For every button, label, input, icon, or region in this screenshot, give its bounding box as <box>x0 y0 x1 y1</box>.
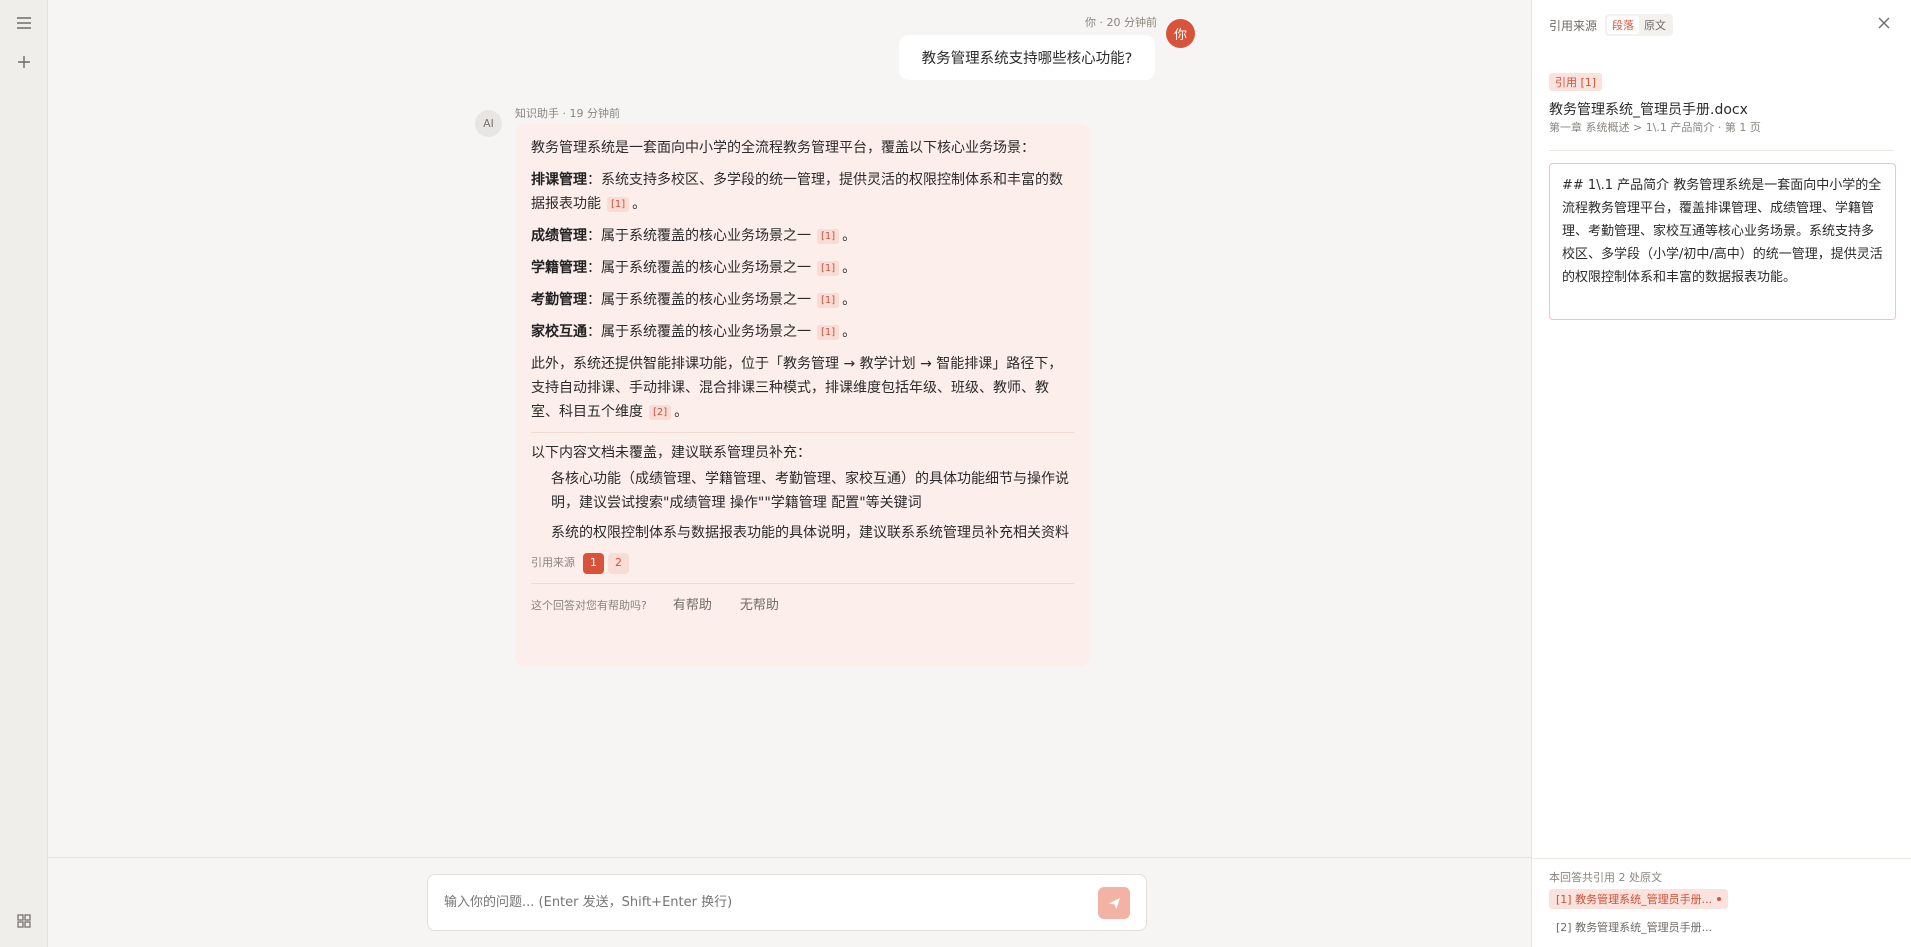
panel-title: 引用来源 <box>1549 18 1598 33</box>
answer-item-end: 。 <box>842 292 857 308</box>
uncovered-item: 系统的权限控制体系与数据报表功能的具体说明，建议联系系统管理员补充相关资料 <box>551 525 1069 541</box>
panel-footer: 本回答共引用 2 处原文 [1] 教务管理系统_管理员手册... [2] 教务管… <box>1532 858 1911 947</box>
citation-panel: 引用来源 段落 原文 引用 [1] 教务管理系统_管理员手册.docx 第一章 … <box>1531 0 1911 947</box>
excerpt-box: ## 1\.1 产品简介 教务管理系统是一套面向中小学的全流程教务管理平台，覆盖… <box>1549 163 1896 320</box>
tab-paragraph[interactable]: 段落 <box>1607 16 1640 34</box>
user-avatar: 你 <box>1166 19 1195 48</box>
footer-source-2[interactable]: [2] 教务管理系统_管理员手册... <box>1549 917 1719 937</box>
close-icon[interactable] <box>1875 14 1893 32</box>
user-message-meta: 你 · 20 分钟前 <box>1085 16 1157 29</box>
answer-item-title: 成绩管理 <box>531 228 587 244</box>
answer-item-end: 。 <box>632 196 647 212</box>
citation-marker[interactable]: [2] <box>649 405 672 420</box>
grid-icon[interactable] <box>12 909 36 933</box>
uncovered-item: 各核心功能（成绩管理、学籍管理、考勤管理、家校互通）的具体功能细节与操作说明，建… <box>551 471 1069 511</box>
user-message-bubble: 教务管理系统支持哪些核心功能? <box>899 35 1155 80</box>
source-chip-2[interactable]: 2 <box>608 552 629 574</box>
answer-item-end: 。 <box>842 228 857 244</box>
answer-item-title: 家校互通 <box>531 324 587 340</box>
answer-item-text: ：属于系统覆盖的核心业务场景之一 <box>587 260 811 276</box>
citation-marker[interactable]: [1] <box>817 293 840 308</box>
answer-item: 学籍管理：属于系统覆盖的核心业务场景之一 [1]。 <box>531 256 1074 280</box>
send-button[interactable] <box>1098 887 1130 919</box>
answer-item-end: 。 <box>842 260 857 276</box>
footer-source-1[interactable]: [1] 教务管理系统_管理员手册... <box>1549 889 1729 909</box>
divider <box>531 432 1074 433</box>
answer-item-title: 排课管理 <box>531 172 587 188</box>
answer-item: 家校互通：属于系统覆盖的核心业务场景之一 [1]。 <box>531 320 1074 344</box>
reference-badge: 引用 [1] <box>1549 73 1603 91</box>
uncovered-title: 以下内容文档未覆盖，建议联系管理员补充： <box>531 445 811 461</box>
citation-marker[interactable]: [1] <box>817 229 840 244</box>
sources-row: 引用来源 1 2 <box>531 551 1074 584</box>
composer-box <box>427 874 1147 931</box>
document-path: 第一章 系统概述 > 1\.1 产品简介 · 第 1 页 <box>1549 121 1761 134</box>
panel-header: 引用来源 段落 原文 <box>1549 14 1674 36</box>
unhelpful-button[interactable]: 无帮助 <box>740 594 779 618</box>
answer-item-title: 学籍管理 <box>531 260 587 276</box>
composer <box>48 857 1531 947</box>
ai-avatar: AI <box>475 110 502 137</box>
helpful-button[interactable]: 有帮助 <box>673 594 712 618</box>
answer-item-title: 考勤管理 <box>531 292 587 308</box>
answer-extra-end: 。 <box>674 404 689 420</box>
answer-extra-text: 此外，系统还提供智能排课功能，位于「教务管理 → 教学计划 → 智能排课」路径下… <box>531 356 1063 420</box>
ai-message-meta: 知识助手 · 19 分钟前 <box>515 107 620 120</box>
chat-area: 你 · 20 分钟前 你 教务管理系统支持哪些核心功能? AI 知识助手 · 1… <box>48 0 1531 947</box>
menu-icon[interactable] <box>12 11 36 35</box>
feedback-row: 这个回答对您有帮助吗? 有帮助 无帮助 <box>531 594 1074 618</box>
answer-item: 考勤管理：属于系统覆盖的核心业务场景之一 [1]。 <box>531 288 1074 312</box>
answer-item-text: ：属于系统覆盖的核心业务场景之一 <box>587 228 811 244</box>
ai-message-bubble: 教务管理系统是一套面向中小学的全流程教务管理平台，覆盖以下核心业务场景： 排课管… <box>515 124 1090 667</box>
citation-marker[interactable]: [1] <box>607 197 630 212</box>
answer-item: 排课管理：系统支持多校区、多学段的统一管理，提供灵活的权限控制体系和丰富的数据报… <box>531 168 1074 216</box>
answer-item: 成绩管理：属于系统覆盖的核心业务场景之一 [1]。 <box>531 224 1074 248</box>
question-input[interactable] <box>444 895 1064 910</box>
answer-item-text: ：属于系统覆盖的核心业务场景之一 <box>587 292 811 308</box>
answer-intro: 教务管理系统是一套面向中小学的全流程教务管理平台，覆盖以下核心业务场景： <box>531 140 1035 156</box>
user-message-text: 教务管理系统支持哪些核心功能? <box>921 51 1133 67</box>
source-chip-1[interactable]: 1 <box>583 552 604 574</box>
send-icon <box>1108 897 1120 909</box>
tab-original[interactable]: 原文 <box>1639 16 1671 34</box>
citation-marker[interactable]: [1] <box>817 261 840 276</box>
uncovered-list: 各核心功能（成绩管理、学籍管理、考勤管理、家校互通）的具体功能细节与操作说明，建… <box>531 467 1074 545</box>
footer-title: 本回答共引用 2 处原文 <box>1549 871 1662 884</box>
left-rail <box>0 0 48 947</box>
document-title: 教务管理系统_管理员手册.docx <box>1549 102 1748 118</box>
active-dot <box>1717 897 1722 901</box>
sources-label: 引用来源 <box>531 556 575 569</box>
divider <box>1549 150 1894 151</box>
citation-marker[interactable]: [1] <box>817 325 840 340</box>
answer-extra: 此外，系统还提供智能排课功能，位于「教务管理 → 教学计划 → 智能排课」路径下… <box>531 352 1074 424</box>
feedback-question: 这个回答对您有帮助吗? <box>531 599 647 612</box>
answer-item-end: 。 <box>842 324 857 340</box>
footer-source-label: [1] 教务管理系统_管理员手册... <box>1556 893 1713 906</box>
footer-source-label: [2] 教务管理系统_管理员手册... <box>1556 921 1713 934</box>
answer-item-text: ：属于系统覆盖的核心业务场景之一 <box>587 324 811 340</box>
panel-tabs: 段落 原文 <box>1605 14 1674 36</box>
plus-icon[interactable] <box>12 50 36 74</box>
